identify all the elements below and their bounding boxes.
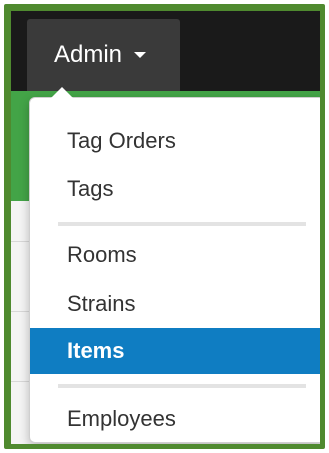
menu-item-items[interactable]: Items	[30, 328, 320, 374]
menu-item-employees[interactable]: Employees	[30, 396, 320, 442]
menu-item-rooms[interactable]: Rooms	[30, 232, 320, 278]
caret-down-icon	[134, 52, 147, 58]
menu-item-label: Strains	[67, 291, 136, 316]
menu-divider	[58, 222, 306, 226]
menu-item-label: Items	[67, 338, 125, 363]
page-viewport: Admin Tag Orders Tags Rooms Strains Item…	[11, 11, 320, 444]
outer-frame: Admin Tag Orders Tags Rooms Strains Item…	[4, 4, 325, 449]
dropdown-pointer	[51, 87, 73, 98]
menu-item-tag-orders[interactable]: Tag Orders	[30, 118, 320, 164]
admin-menu-button[interactable]: Admin	[27, 19, 180, 91]
menu-item-label: Rooms	[67, 242, 137, 267]
menu-item-label: Tags	[67, 176, 114, 201]
admin-menu-label: Admin	[54, 41, 123, 68]
menu-item-label: Employees	[67, 406, 176, 431]
menu-item-label: Tag Orders	[67, 128, 176, 153]
menu-item-strains[interactable]: Strains	[30, 281, 320, 327]
menu-item-tags[interactable]: Tags	[30, 166, 320, 212]
admin-dropdown-menu: Tag Orders Tags Rooms Strains Items Empl…	[29, 97, 320, 443]
menu-divider	[58, 384, 306, 388]
